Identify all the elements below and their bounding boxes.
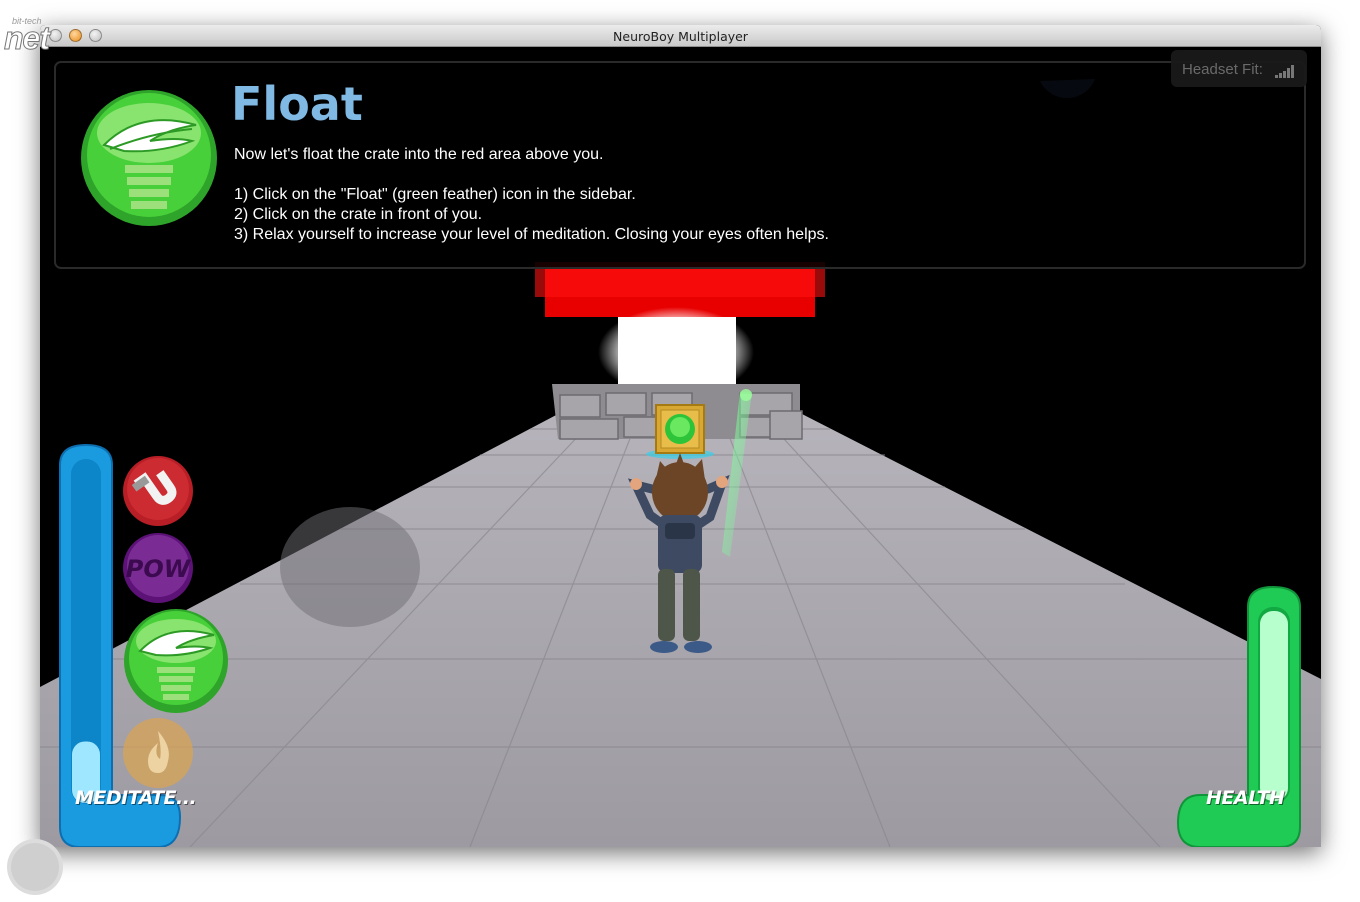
- fire-power-button[interactable]: [122, 717, 194, 789]
- tutorial-step-1: 1) Click on the "Float" (green feather) …: [234, 186, 636, 203]
- tutorial-intro: Now let's float the crate into the red a…: [234, 146, 604, 163]
- pow-icon: POW: [126, 555, 192, 583]
- health-label: HEALTH: [1206, 787, 1285, 809]
- tutorial-panel: Float Now let's float the crate into the…: [54, 61, 1306, 269]
- game-viewport[interactable]: Float Now let's float the crate into the…: [40, 47, 1321, 847]
- headset-fit-indicator: Headset Fit:: [1171, 50, 1307, 87]
- tutorial-step-2: 2) Click on the crate in front of you.: [234, 206, 483, 223]
- meditate-label: MEDITATE...: [75, 787, 197, 809]
- window-title: NeuroBoy Multiplayer: [613, 29, 748, 44]
- tutorial-step-3: 3) Relax yourself to increase your level…: [234, 226, 829, 243]
- pow-power-button[interactable]: POW: [122, 532, 194, 604]
- headset-fit-label: Headset Fit:: [1182, 61, 1263, 78]
- signal-bars-icon: [1275, 65, 1294, 78]
- app-window: NeuroBoy Multiplayer Float Now let's flo…: [40, 25, 1321, 847]
- title-bar: NeuroBoy Multiplayer: [40, 25, 1321, 47]
- bit-tech-logo: [7, 839, 63, 895]
- float-power-button[interactable]: [122, 607, 230, 715]
- magnet-power-button[interactable]: [122, 455, 194, 527]
- feather-icon: [81, 90, 217, 226]
- watermark-large-text: net: [4, 20, 51, 57]
- tutorial-title: Float: [231, 77, 363, 131]
